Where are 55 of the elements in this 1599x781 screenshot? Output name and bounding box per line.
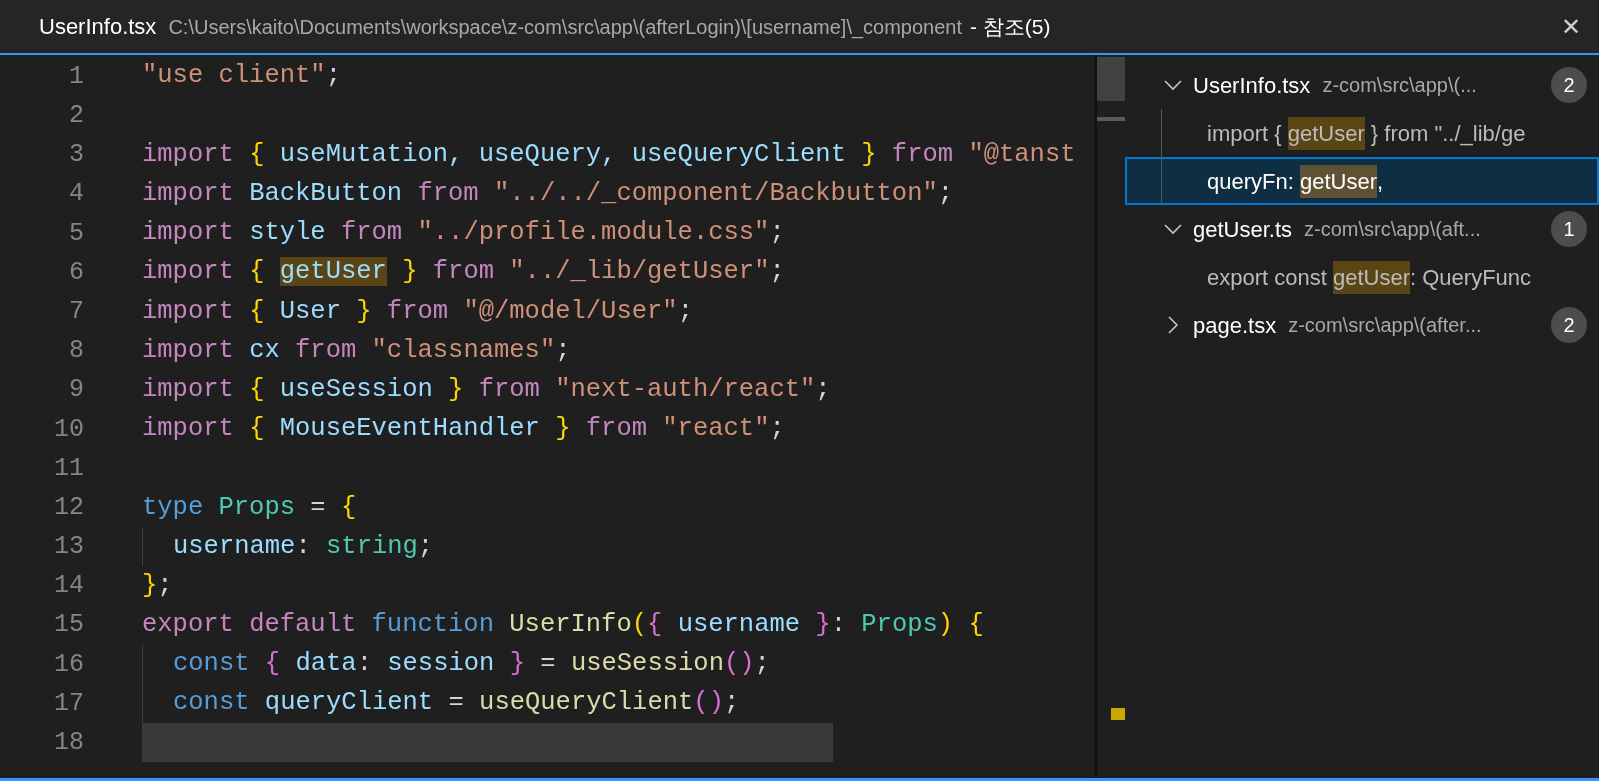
count-badge: 2 [1551,307,1587,343]
line-number: 2 [68,100,84,133]
code-line: }; [142,569,173,602]
overview-ruler-mark [1111,708,1125,720]
overview-ruler-mark [1097,117,1125,121]
line-number: 1 [68,60,84,93]
line-number: 3 [68,139,84,172]
line-number: 16 [53,648,84,681]
reference-line-item[interactable]: export const getUser: QueryFunc [1125,253,1599,301]
code-line: import { useSession } from "next-auth/react"; [142,373,831,406]
code-line: import cx from "classnames"; [142,334,571,367]
reference-file-item[interactable]: getUser.ts z-com\src\app\(aft... 1 [1125,205,1599,253]
line-number: 14 [53,570,84,603]
line-number: 4 [68,178,84,211]
line-number: 5 [68,217,84,250]
code-line: import BackButton from "../../_component/Backbutton"; [142,178,954,211]
code-line: type Props = { [142,491,357,524]
file-path: z-com\src\app\(... [1322,73,1478,98]
file-name: UserInfo.tsx [1193,71,1311,100]
reference-line-item[interactable]: import { getUser } from "../_lib/ge [1125,109,1599,157]
file-path: C:\Users\kaito\Documents\workspace\z-com\src\app\(afterLogin)\[username]\_component [168,14,963,41]
code-line: import { useMutation, useQuery, useQueryClient } from "@tanst [142,138,1076,171]
line-number: 10 [53,413,84,446]
file-name: page.tsx [1193,311,1277,340]
code-line: import style from "../profile.module.css"; [142,217,785,250]
line-number: 12 [53,491,84,524]
line-number: 17 [53,687,84,720]
line-number: 8 [68,335,84,368]
code-line: "use client"; [142,60,341,93]
code-line: export default function UserInfo({ username }: Props) { [142,609,984,642]
line-number: 6 [68,256,84,289]
reference-file-item[interactable]: page.tsx z-com\src\app\(after... 2 [1125,301,1599,349]
line-number: 15 [53,609,84,642]
file-name: getUser.ts [1193,215,1293,244]
file-name: UserInfo.tsx [39,13,157,41]
code-line: import { User } from "@/model/User"; [142,295,693,328]
scrollbar-thumb[interactable] [1097,57,1125,101]
line-number: 11 [53,452,84,485]
reference-line-item[interactable]: queryFn: getUser, [1125,157,1599,205]
code-line: username: string; [173,530,434,563]
line-number: 13 [53,531,84,564]
count-badge: 2 [1551,67,1587,103]
line-number: 9 [68,374,84,407]
line-number: 7 [68,295,84,328]
code-line: const { data: session } = useSession(); [173,648,770,681]
reference-count-title: - 참조(5) [970,13,1051,40]
code-line: import { getUser } from "../_lib/getUser"; [142,256,785,289]
reference-file-item[interactable]: UserInfo.tsx z-com\src\app\(... 2 [1125,61,1599,109]
count-badge: 1 [1551,211,1587,247]
file-path: z-com\src\app\(aft... [1304,217,1482,242]
code-line: import { MouseEventHandler } from "react"; [142,413,785,446]
file-path: z-com\src\app\(after... [1288,313,1483,338]
line-number: 18 [53,727,84,760]
close-button[interactable]: ✕ [1561,14,1581,39]
code-line: const queryClient = useQueryClient(); [173,687,740,720]
